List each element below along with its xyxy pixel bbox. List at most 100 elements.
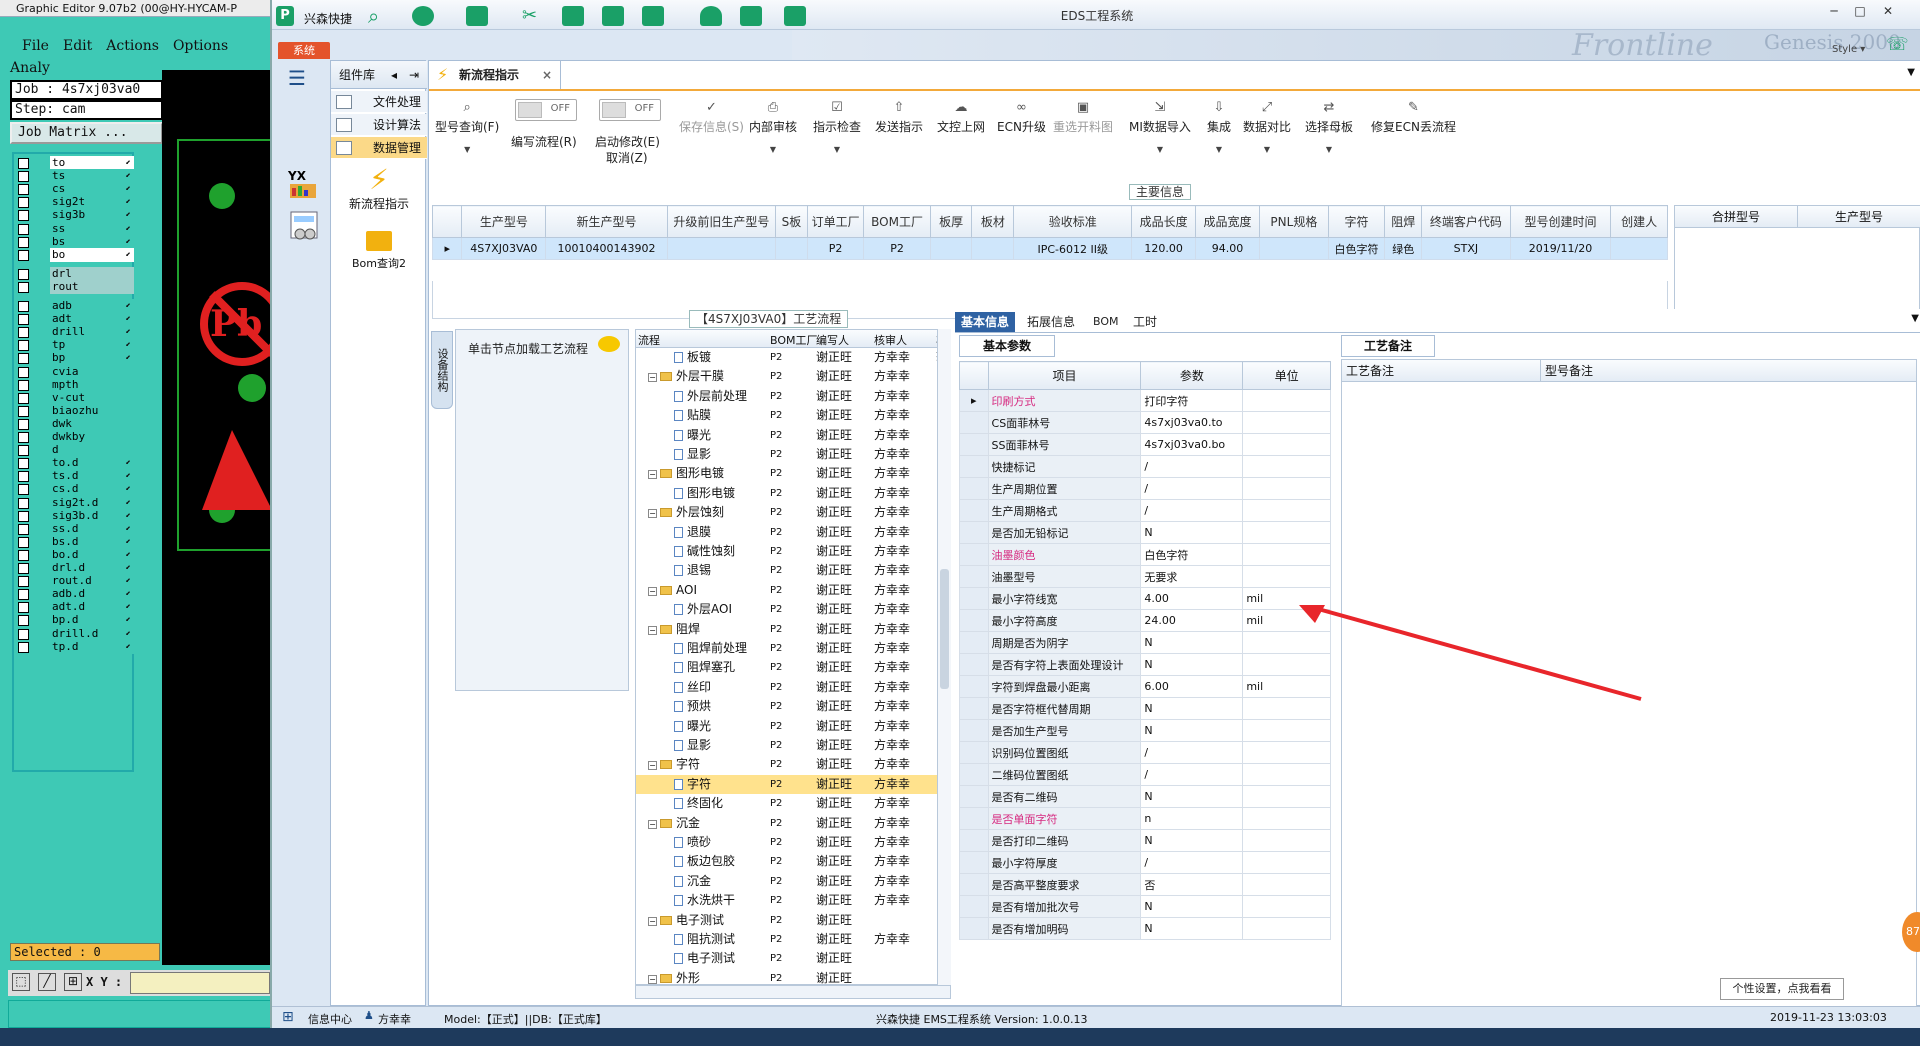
param-row[interactable]: 是否加无铅标记 N	[959, 521, 1331, 544]
main-col-header[interactable]: 订单工厂	[806, 205, 865, 238]
param-row[interactable]: 是否有二维码 N	[959, 785, 1331, 808]
param-value[interactable]: 打印字符	[1140, 389, 1244, 412]
collapse-icon[interactable]: −	[648, 509, 657, 519]
job-matrix-button[interactable]: Job Matrix ...	[10, 122, 163, 144]
bom-query-shortcut[interactable]: Bom查询2	[331, 231, 427, 271]
layer-checkbox[interactable]	[18, 484, 29, 496]
param-value[interactable]: N	[1140, 829, 1244, 852]
main-cell[interactable]	[971, 237, 1015, 260]
param-row[interactable]: 最小字符线宽 4.00 mil	[959, 587, 1331, 610]
ge-menu-file[interactable]: File	[22, 38, 49, 54]
main-col-header[interactable]: 板材	[971, 205, 1015, 238]
main-cell[interactable]: 94.00	[1195, 237, 1260, 260]
film-icon[interactable]	[562, 6, 584, 26]
main-col-header[interactable]: PNL规格	[1258, 205, 1329, 238]
main-cell[interactable]: STXJ	[1421, 237, 1511, 260]
main-col-header[interactable]: BOM工厂	[863, 205, 931, 238]
main-col-header[interactable]: 型号创建时间	[1509, 205, 1612, 238]
layer-checkbox[interactable]	[18, 510, 29, 522]
doc-control-online-button[interactable]: ☁ 文控上网	[937, 101, 985, 135]
layer-checkbox[interactable]	[18, 171, 29, 183]
ge-step-field[interactable]: Step: cam	[10, 100, 163, 120]
ge-menu-options[interactable]: Options	[173, 38, 228, 54]
main-cell[interactable]: IPC-6012 II级	[1013, 237, 1133, 260]
tab-man-hours[interactable]: 工时	[1127, 312, 1163, 332]
layer-checkbox[interactable]	[18, 641, 29, 653]
param-value[interactable]: N	[1140, 719, 1244, 742]
flow-tree-row[interactable]: 退膜P2谢正旺方幸幸已审核	[636, 523, 950, 542]
main-cell[interactable]	[929, 237, 973, 260]
calculator-icon[interactable]	[288, 208, 322, 244]
ge-menu-analysis[interactable]: Analy	[10, 60, 50, 76]
param-value[interactable]: N	[1140, 521, 1244, 544]
flow-tree-row[interactable]: 贴膜P2谢正旺方幸幸已审核	[636, 406, 950, 425]
main-cell[interactable]: 4S7XJ03VA0	[461, 237, 547, 260]
style-dropdown[interactable]: Style ▾	[1832, 44, 1865, 55]
param-row[interactable]: 生产周期位置 /	[959, 477, 1331, 500]
param-value[interactable]: /	[1140, 455, 1244, 478]
close-button[interactable]: ✕	[1878, 4, 1898, 18]
layer-checkbox[interactable]	[18, 432, 29, 443]
param-row[interactable]: 最小字符厚度 /	[959, 851, 1331, 874]
main-col-header[interactable]: 升级前旧生产型号	[666, 205, 776, 238]
layer-checkbox[interactable]	[18, 327, 29, 339]
collapse-icon[interactable]: −	[648, 373, 657, 383]
flow-tree-row[interactable]: 阻焊塞孔P2谢正旺方幸幸已审核	[636, 658, 950, 677]
layer-checkbox[interactable]	[18, 236, 29, 248]
tool-line-icon[interactable]: ╱	[38, 973, 56, 991]
tab-new-flow[interactable]: ⚡ 新流程指示 ×	[429, 61, 561, 89]
layer-row[interactable]: tp.d ⬋	[16, 639, 134, 655]
comp-item-data-management[interactable]: 数据管理	[331, 137, 427, 159]
layer-checkbox[interactable]	[18, 615, 29, 627]
maximize-button[interactable]: □	[1850, 4, 1870, 18]
param-row[interactable]: 是否高平整度要求否	[959, 873, 1331, 896]
main-cell[interactable]: 2019/11/20	[1509, 237, 1612, 260]
param-row[interactable]: 是否单面字符 n	[959, 807, 1331, 830]
flow-tree-row[interactable]: −AOIP2谢正旺方幸幸已审核	[636, 581, 950, 600]
param-row[interactable]: 生产周期格式 /	[959, 499, 1331, 522]
tool-grid-icon[interactable]: ⊞	[64, 973, 82, 991]
layer-checkbox[interactable]	[18, 379, 29, 391]
param-value[interactable]: /	[1140, 499, 1244, 522]
ge-menu-edit[interactable]: Edit	[63, 38, 92, 54]
param-row[interactable]: 识别码位置图纸 /	[959, 741, 1331, 764]
param-value[interactable]: N	[1140, 653, 1244, 676]
flow-tree-row[interactable]: −电子测试P2谢正旺已编写	[636, 911, 950, 930]
layer-checkbox[interactable]	[18, 223, 29, 235]
select-mother-board-button[interactable]: ⇄ 选择母板 ▼	[1305, 101, 1353, 155]
chevron-left-icon[interactable]: ◂	[391, 61, 397, 89]
layer-checkbox[interactable]	[18, 366, 29, 378]
collapse-icon[interactable]: −	[648, 819, 657, 829]
layer-checkbox[interactable]	[18, 392, 29, 404]
main-col-header[interactable]: 阻焊	[1384, 205, 1423, 238]
collapse-icon[interactable]: −	[648, 916, 657, 926]
close-tab-icon[interactable]: ×	[542, 61, 552, 89]
layer-row[interactable]: rout	[16, 279, 134, 295]
user-icon[interactable]	[700, 6, 722, 26]
main-cell[interactable]: 白色字符	[1327, 237, 1386, 260]
layer-checkbox[interactable]	[18, 210, 29, 222]
start-edit-toggle[interactable]: OFF	[599, 99, 661, 121]
flow-tree-row[interactable]: 丝印P2谢正旺方幸幸已审核	[636, 678, 950, 697]
layer-checkbox[interactable]	[18, 184, 29, 196]
model-query-button[interactable]: ⌕ 型号查询(F) ▼	[435, 101, 499, 155]
flow-tree-row[interactable]: 曝光P2谢正旺方幸幸已审核	[636, 717, 950, 736]
comp-item-file-processing[interactable]: 文件处理	[331, 91, 427, 113]
param-row[interactable]: 是否有增加批次号 N	[959, 895, 1331, 918]
system-menu-tab[interactable]: 系统	[278, 42, 330, 59]
xy-input[interactable]	[130, 972, 270, 994]
flow-tree-row[interactable]: −外层干膜P2谢正旺方幸幸已审核	[636, 367, 950, 386]
collapse-icon[interactable]: −	[648, 586, 657, 596]
settings-icon[interactable]	[412, 6, 434, 26]
layer-checkbox[interactable]	[18, 458, 29, 470]
search-icon[interactable]: ⌕	[368, 6, 390, 26]
flow-tree-vscroll[interactable]	[937, 329, 951, 985]
collapse-icon[interactable]: −	[648, 974, 657, 984]
write-flow-toggle[interactable]: OFF	[515, 99, 577, 121]
ge-menu-actions[interactable]: Actions	[106, 38, 159, 54]
windows-icon[interactable]: ⊞	[282, 1009, 294, 1025]
flow-tree-row[interactable]: −字符P2谢正旺方幸幸已审核	[636, 755, 950, 774]
main-cell[interactable]: 绿色	[1384, 237, 1423, 260]
param-row[interactable]: 字符到焊盘最小距离 6.00 mil	[959, 675, 1331, 698]
scissors-icon[interactable]: ✂	[522, 6, 544, 26]
